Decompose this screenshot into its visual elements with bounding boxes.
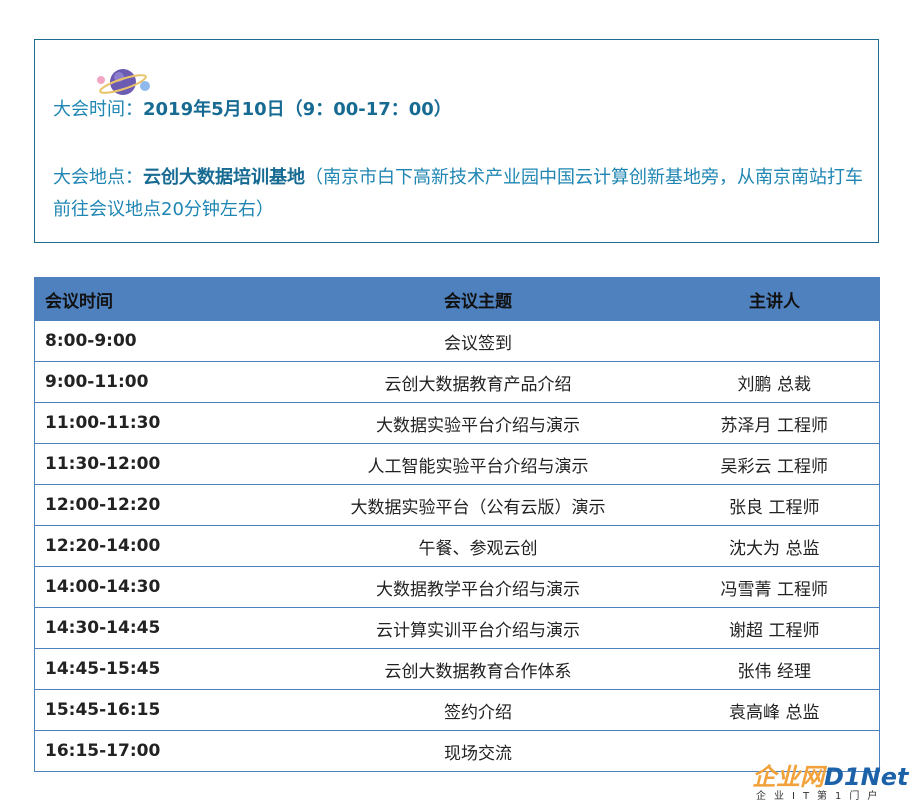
speaker-cell: 苏泽月 工程师 <box>669 402 880 444</box>
topic-cell: 人工智能实验平台介绍与演示 <box>286 443 670 485</box>
schedule-header-row: 会议时间 会议主题 主讲人 <box>34 277 880 321</box>
table-row: 11:30-12:00 人工智能实验平台介绍与演示 吴彩云 工程师 <box>34 443 880 485</box>
topic-cell: 大数据实验平台（公有云版）演示 <box>286 484 670 526</box>
event-place: 大会地点：云创大数据培训基地（南京市白下高新技术产业园中国云计算创新基地旁，从南… <box>53 162 868 226</box>
speaker-cell: 张伟 经理 <box>669 648 880 690</box>
time-cell: 12:20-14:00 <box>34 525 287 567</box>
topic-cell: 云计算实训平台介绍与演示 <box>286 607 670 649</box>
topic-cell: 现场交流 <box>286 730 670 772</box>
header-speaker: 主讲人 <box>669 277 880 321</box>
topic-cell: 签约介绍 <box>286 689 670 731</box>
event-time-label: 大会时间： <box>53 99 143 120</box>
header-time: 会议时间 <box>34 277 287 321</box>
time-cell: 14:45-15:45 <box>34 648 287 690</box>
time-cell: 14:00-14:30 <box>34 566 287 608</box>
table-row: 11:00-11:30 大数据实验平台介绍与演示 苏泽月 工程师 <box>34 402 880 444</box>
time-cell: 15:45-16:15 <box>34 689 287 731</box>
event-place-value: 云创大数据培训基地 <box>143 167 305 188</box>
header-topic: 会议主题 <box>286 277 670 321</box>
table-row: 9:00-11:00 云创大数据教育产品介绍 刘鹏 总裁 <box>34 361 880 403</box>
speaker-cell: 谢超 工程师 <box>669 607 880 649</box>
logo-tagline: 企业IT第1门户 <box>756 791 886 802</box>
table-row: 12:20-14:00 午餐、参观云创 沈大为 总监 <box>34 525 880 567</box>
table-row: 14:45-15:45 云创大数据教育合作体系 张伟 经理 <box>34 648 880 690</box>
event-place-label: 大会地点： <box>53 167 143 188</box>
table-row: 12:00-12:20 大数据实验平台（公有云版）演示 张良 工程师 <box>34 484 880 526</box>
speaker-cell: 冯雪菁 工程师 <box>669 566 880 608</box>
event-time: 大会时间：2019年5月10日（9：00-17：00） <box>53 94 452 126</box>
table-row: 8:00-9:00 会议签到 <box>34 320 880 362</box>
time-cell: 12:00-12:20 <box>34 484 287 526</box>
time-cell: 9:00-11:00 <box>34 361 287 403</box>
time-cell: 14:30-14:45 <box>34 607 287 649</box>
topic-cell: 云创大数据教育产品介绍 <box>286 361 670 403</box>
time-cell: 11:30-12:00 <box>34 443 287 485</box>
speaker-cell: 吴彩云 工程师 <box>669 443 880 485</box>
time-cell: 8:00-9:00 <box>34 320 287 362</box>
speaker-cell: 刘鹏 总裁 <box>669 361 880 403</box>
time-cell: 11:00-11:30 <box>34 402 287 444</box>
speaker-cell <box>669 320 880 362</box>
time-cell: 16:15-17:00 <box>34 730 287 772</box>
speaker-cell: 袁高峰 总监 <box>669 689 880 731</box>
topic-cell: 大数据教学平台介绍与演示 <box>286 566 670 608</box>
speaker-cell: 沈大为 总监 <box>669 525 880 567</box>
speaker-cell: 张良 工程师 <box>669 484 880 526</box>
schedule-table: 会议时间 会议主题 主讲人 8:00-9:00 会议签到 9:00-11:00 … <box>34 277 880 772</box>
topic-cell: 云创大数据教育合作体系 <box>286 648 670 690</box>
event-info-box: 大会时间：2019年5月10日（9：00-17：00） 大会地点：云创大数据培训… <box>34 39 879 243</box>
table-row: 14:30-14:45 云计算实训平台介绍与演示 谢超 工程师 <box>34 607 880 649</box>
event-time-value: 2019年5月10日（9：00-17：00） <box>143 99 452 120</box>
table-row: 14:00-14:30 大数据教学平台介绍与演示 冯雪菁 工程师 <box>34 566 880 608</box>
table-row: 15:45-16:15 签约介绍 袁高峰 总监 <box>34 689 880 731</box>
d1net-logo: 企业网D1Net 企业IT第1门户 <box>752 757 916 802</box>
topic-cell: 会议签到 <box>286 320 670 362</box>
topic-cell: 午餐、参观云创 <box>286 525 670 567</box>
topic-cell: 大数据实验平台介绍与演示 <box>286 402 670 444</box>
